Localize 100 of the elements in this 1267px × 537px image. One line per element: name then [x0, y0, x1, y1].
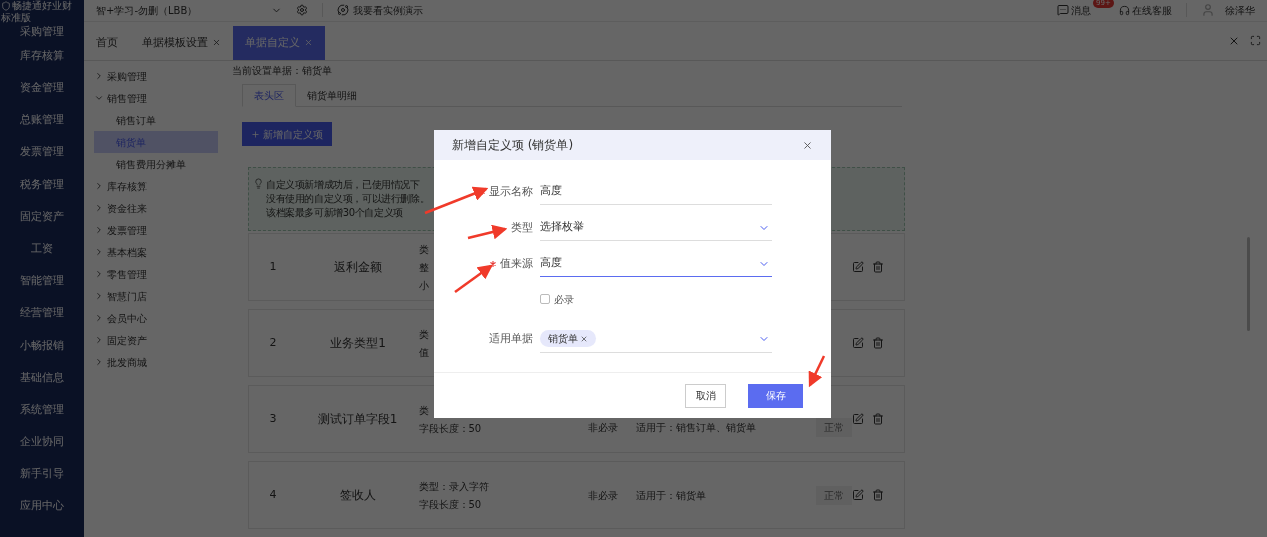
- remove-icon[interactable]: [580, 334, 588, 343]
- tree-item[interactable]: 库存核算: [94, 175, 232, 197]
- chevron-down-icon: [94, 93, 104, 103]
- sidebar-item[interactable]: 发票管理: [0, 136, 84, 169]
- brand-name: 畅捷通好业财: [12, 0, 72, 12]
- account-dropdown[interactable]: 智+学习-勿删（LBB）: [96, 2, 282, 18]
- chevron-right-icon: [94, 225, 104, 235]
- select-field[interactable]: 选择枚举: [540, 215, 772, 241]
- save-button[interactable]: 保存: [748, 383, 803, 408]
- sidebar-item[interactable]: 新手引导: [0, 458, 84, 491]
- edition-label: 标准版: [1, 12, 31, 24]
- close-icon[interactable]: [212, 38, 221, 48]
- select-field[interactable]: 销货单: [540, 325, 772, 353]
- section-tab[interactable]: 销货单明细: [296, 84, 368, 107]
- field-detail: 字段长度：50: [418, 421, 482, 436]
- field-label: 显示名称: [479, 183, 533, 201]
- field-detail: 类型：录入字符: [418, 479, 489, 494]
- fullscreen-icon[interactable]: [1250, 35, 1261, 47]
- tree-item[interactable]: 批发商城: [94, 351, 232, 373]
- edit-icon[interactable]: [852, 337, 864, 349]
- cancel-button[interactable]: 取消: [685, 383, 726, 408]
- sidebar-item[interactable]: 经营管理: [0, 297, 84, 330]
- sidebar-item[interactable]: 资金管理: [0, 72, 84, 105]
- tree-item[interactable]: 采购管理: [94, 65, 232, 87]
- tree-item[interactable]: 销售费用分摊单: [94, 153, 218, 175]
- tree-item[interactable]: 会员中心: [94, 307, 232, 329]
- required-status: 非必录: [588, 420, 619, 435]
- sidebar-item[interactable]: 采购管理: [0, 24, 84, 40]
- dialog-title: 新增自定义项 (销货单): [452, 137, 574, 154]
- demo-link[interactable]: 我要看实例演示: [337, 2, 423, 18]
- field-detail: 类: [419, 242, 429, 257]
- field-name: 返利金额: [333, 259, 383, 276]
- field-detail: 类: [419, 327, 429, 342]
- sidebar-item[interactable]: 应用中心: [0, 490, 84, 523]
- annotation-arrow: [467, 224, 508, 240]
- tree-item[interactable]: 销售订单: [94, 109, 218, 131]
- headset-icon: [1119, 4, 1130, 16]
- tree-item[interactable]: 销售管理: [94, 87, 232, 109]
- chevron-right-icon: [94, 335, 104, 345]
- planet-icon: [337, 4, 349, 17]
- sidebar-item[interactable]: 小畅报销: [0, 329, 84, 362]
- delete-icon[interactable]: [872, 413, 884, 425]
- chevron-right-icon: [94, 269, 104, 279]
- row-number: 2: [268, 334, 278, 351]
- field-detail: 字段长度：50: [418, 497, 482, 512]
- field-label: 值来源: [490, 255, 533, 273]
- field-detail: 值: [419, 345, 429, 360]
- page-tab[interactable]: 单据模板设置: [130, 25, 233, 60]
- settings-icon[interactable]: [296, 4, 308, 17]
- sidebar-item[interactable]: 智能管理: [0, 265, 84, 298]
- close-icon[interactable]: [802, 139, 813, 151]
- notice-text: 自定义项新增成功后，已使用情况下: [266, 178, 420, 192]
- edit-icon[interactable]: [852, 261, 864, 273]
- edit-icon[interactable]: [852, 489, 864, 501]
- row-number: 1: [268, 258, 278, 275]
- tree-item[interactable]: 基本档案: [94, 241, 232, 263]
- tree-item[interactable]: 固定资产: [94, 329, 232, 351]
- section-tab[interactable]: 表头区: [242, 84, 296, 107]
- notice-text: 该档案最多可新增30个自定义项: [266, 206, 403, 220]
- sidebar-item[interactable]: 固定资产: [0, 200, 84, 234]
- sidebar-item[interactable]: 工资: [0, 233, 84, 266]
- page-tab[interactable]: 首页: [84, 25, 130, 60]
- sidebar-item[interactable]: 税务管理: [0, 168, 84, 201]
- sidebar-item[interactable]: 企业协同: [0, 426, 84, 459]
- field-name: 业务类型1: [329, 335, 387, 352]
- sidebar-item[interactable]: 基础信息: [0, 361, 84, 395]
- select-field[interactable]: 高度: [540, 251, 772, 277]
- delete-icon[interactable]: [872, 489, 884, 501]
- chevron-right-icon: [94, 181, 104, 191]
- tree-item[interactable]: 智慧门店: [94, 285, 232, 307]
- field-detail: 类: [418, 403, 429, 418]
- required-status: 非必录: [588, 488, 619, 503]
- chevron-right-icon: [94, 71, 104, 81]
- applies-to: 适用于：销售订单、销货单: [636, 420, 757, 435]
- annotation-arrow: [808, 355, 826, 388]
- tag-chip[interactable]: 销货单: [540, 330, 596, 347]
- chevron-right-icon: [94, 291, 104, 301]
- chevron-right-icon: [94, 313, 104, 323]
- support-link[interactable]: 在线客服: [1119, 2, 1172, 18]
- chevron-right-icon: [94, 357, 104, 367]
- edit-icon[interactable]: [852, 413, 864, 425]
- tree-item[interactable]: 零售管理: [94, 263, 232, 285]
- field-detail: 小: [419, 278, 429, 293]
- field-detail: 整: [419, 260, 429, 275]
- sidebar-item[interactable]: 库存核算: [0, 40, 84, 73]
- tree-item[interactable]: 发票管理: [94, 219, 232, 241]
- sidebar-item[interactable]: 总账管理: [0, 104, 84, 137]
- user-menu[interactable]: 徐泽华: [1201, 2, 1255, 18]
- asterisk-icon: [490, 261, 496, 267]
- delete-icon[interactable]: [872, 261, 884, 273]
- notice-text: 没有使用的自定义项，可以进行删除。: [266, 192, 430, 206]
- row-number: 4: [268, 486, 278, 503]
- chevron-right-icon: [94, 203, 104, 213]
- name-field[interactable]: 高度: [540, 179, 772, 205]
- delete-icon[interactable]: [872, 337, 884, 349]
- required-checkbox[interactable]: 必录: [540, 291, 574, 307]
- tree-item[interactable]: 资金往来: [94, 197, 232, 219]
- annotation-arrow: [454, 264, 494, 293]
- annotation-arrow: [424, 186, 489, 215]
- sidebar-item[interactable]: 系统管理: [0, 394, 84, 427]
